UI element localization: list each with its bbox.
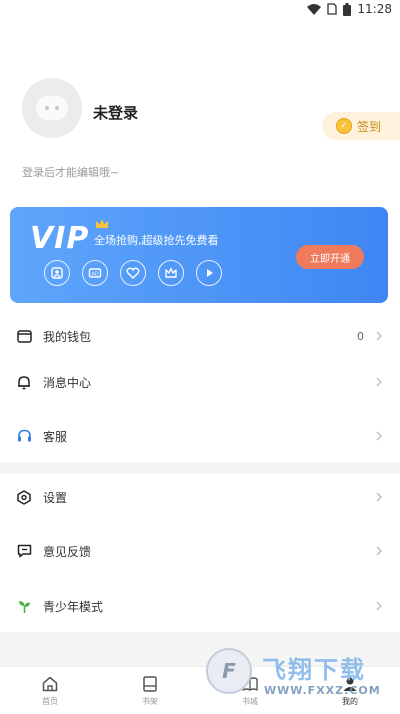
headset-icon xyxy=(16,428,32,444)
heart-icon xyxy=(120,260,146,286)
chevron-right-icon xyxy=(376,331,382,341)
vip-crown-icon xyxy=(96,219,108,228)
settings-icon xyxy=(16,489,32,505)
login-hint: 登录后才能编辑哦~ xyxy=(22,166,120,179)
chevron-right-icon xyxy=(376,377,382,387)
signin-button[interactable]: ✓ 签到 xyxy=(322,112,400,140)
wallet-balance: 0 xyxy=(357,329,364,343)
vip-logo: VIP xyxy=(30,221,90,256)
chevron-right-icon xyxy=(376,492,382,502)
crown-perk-icon xyxy=(158,260,184,286)
ad-free-icon: AD xyxy=(82,260,108,286)
watermark-url: WWW.FXXZ.COM xyxy=(264,684,381,697)
vip-open-button[interactable]: 立即开通 xyxy=(296,245,364,269)
watermark-logo-icon: F xyxy=(206,648,252,694)
vip-card[interactable]: VIP 全场抢购,超级抢先免费看 立即开通 AD xyxy=(10,207,388,303)
tab-label: 书架 xyxy=(142,696,158,706)
menu-label-wallet: 我的钱包 xyxy=(43,329,92,344)
status-time: 11:28 xyxy=(357,2,392,16)
avatar[interactable] xyxy=(22,78,82,138)
home-icon xyxy=(42,676,58,691)
sprout-icon xyxy=(16,598,32,614)
svg-text:AD: AD xyxy=(91,272,98,278)
signin-label: 签到 xyxy=(357,119,382,134)
watermark-title: 飞翔下载 xyxy=(262,656,366,684)
tab-home[interactable]: 首页 xyxy=(0,667,100,714)
play-icon xyxy=(196,260,222,286)
menu-item-wallet[interactable]: 我的钱包 0 xyxy=(0,316,400,356)
section-divider xyxy=(0,462,400,474)
menu-label-settings: 设置 xyxy=(43,490,68,505)
status-bar: 11:28 xyxy=(0,0,400,20)
chevron-right-icon xyxy=(376,601,382,611)
menu-item-settings[interactable]: 设置 xyxy=(0,477,400,517)
tab-bookshelf[interactable]: 书架 xyxy=(100,667,200,714)
menu-label-feedback: 意见反馈 xyxy=(43,544,92,559)
chevron-right-icon xyxy=(376,546,382,556)
vip-perks: AD xyxy=(44,260,222,286)
bell-icon xyxy=(16,374,32,390)
menu-item-youth-mode[interactable]: 青少年模式 xyxy=(0,586,400,626)
menu-label-messages: 消息中心 xyxy=(43,375,92,390)
watermark: F 飞翔下载 WWW.FXXZ.COM xyxy=(200,644,390,706)
chevron-right-icon xyxy=(376,431,382,441)
menu-item-support[interactable]: 客服 xyxy=(0,416,400,456)
bookshelf-icon xyxy=(143,675,157,692)
avatar-perk-icon xyxy=(44,260,70,286)
menu-label-youth-mode: 青少年模式 xyxy=(43,599,104,614)
menu-item-messages[interactable]: 消息中心 xyxy=(0,362,400,402)
sim-icon xyxy=(327,3,338,15)
wifi-icon xyxy=(307,3,322,15)
coin-icon: ✓ xyxy=(336,118,352,134)
menu-item-feedback[interactable]: 意见反馈 xyxy=(0,531,400,571)
tab-label: 首页 xyxy=(42,696,58,706)
wallet-icon xyxy=(16,328,32,344)
avatar-placeholder-icon xyxy=(36,96,68,120)
menu-label-support: 客服 xyxy=(43,429,68,444)
feedback-icon xyxy=(16,543,32,559)
username[interactable]: 未登录 xyxy=(93,102,138,123)
battery-icon xyxy=(343,2,352,16)
vip-slogan: 全场抢购,超级抢先免费看 xyxy=(94,234,219,247)
